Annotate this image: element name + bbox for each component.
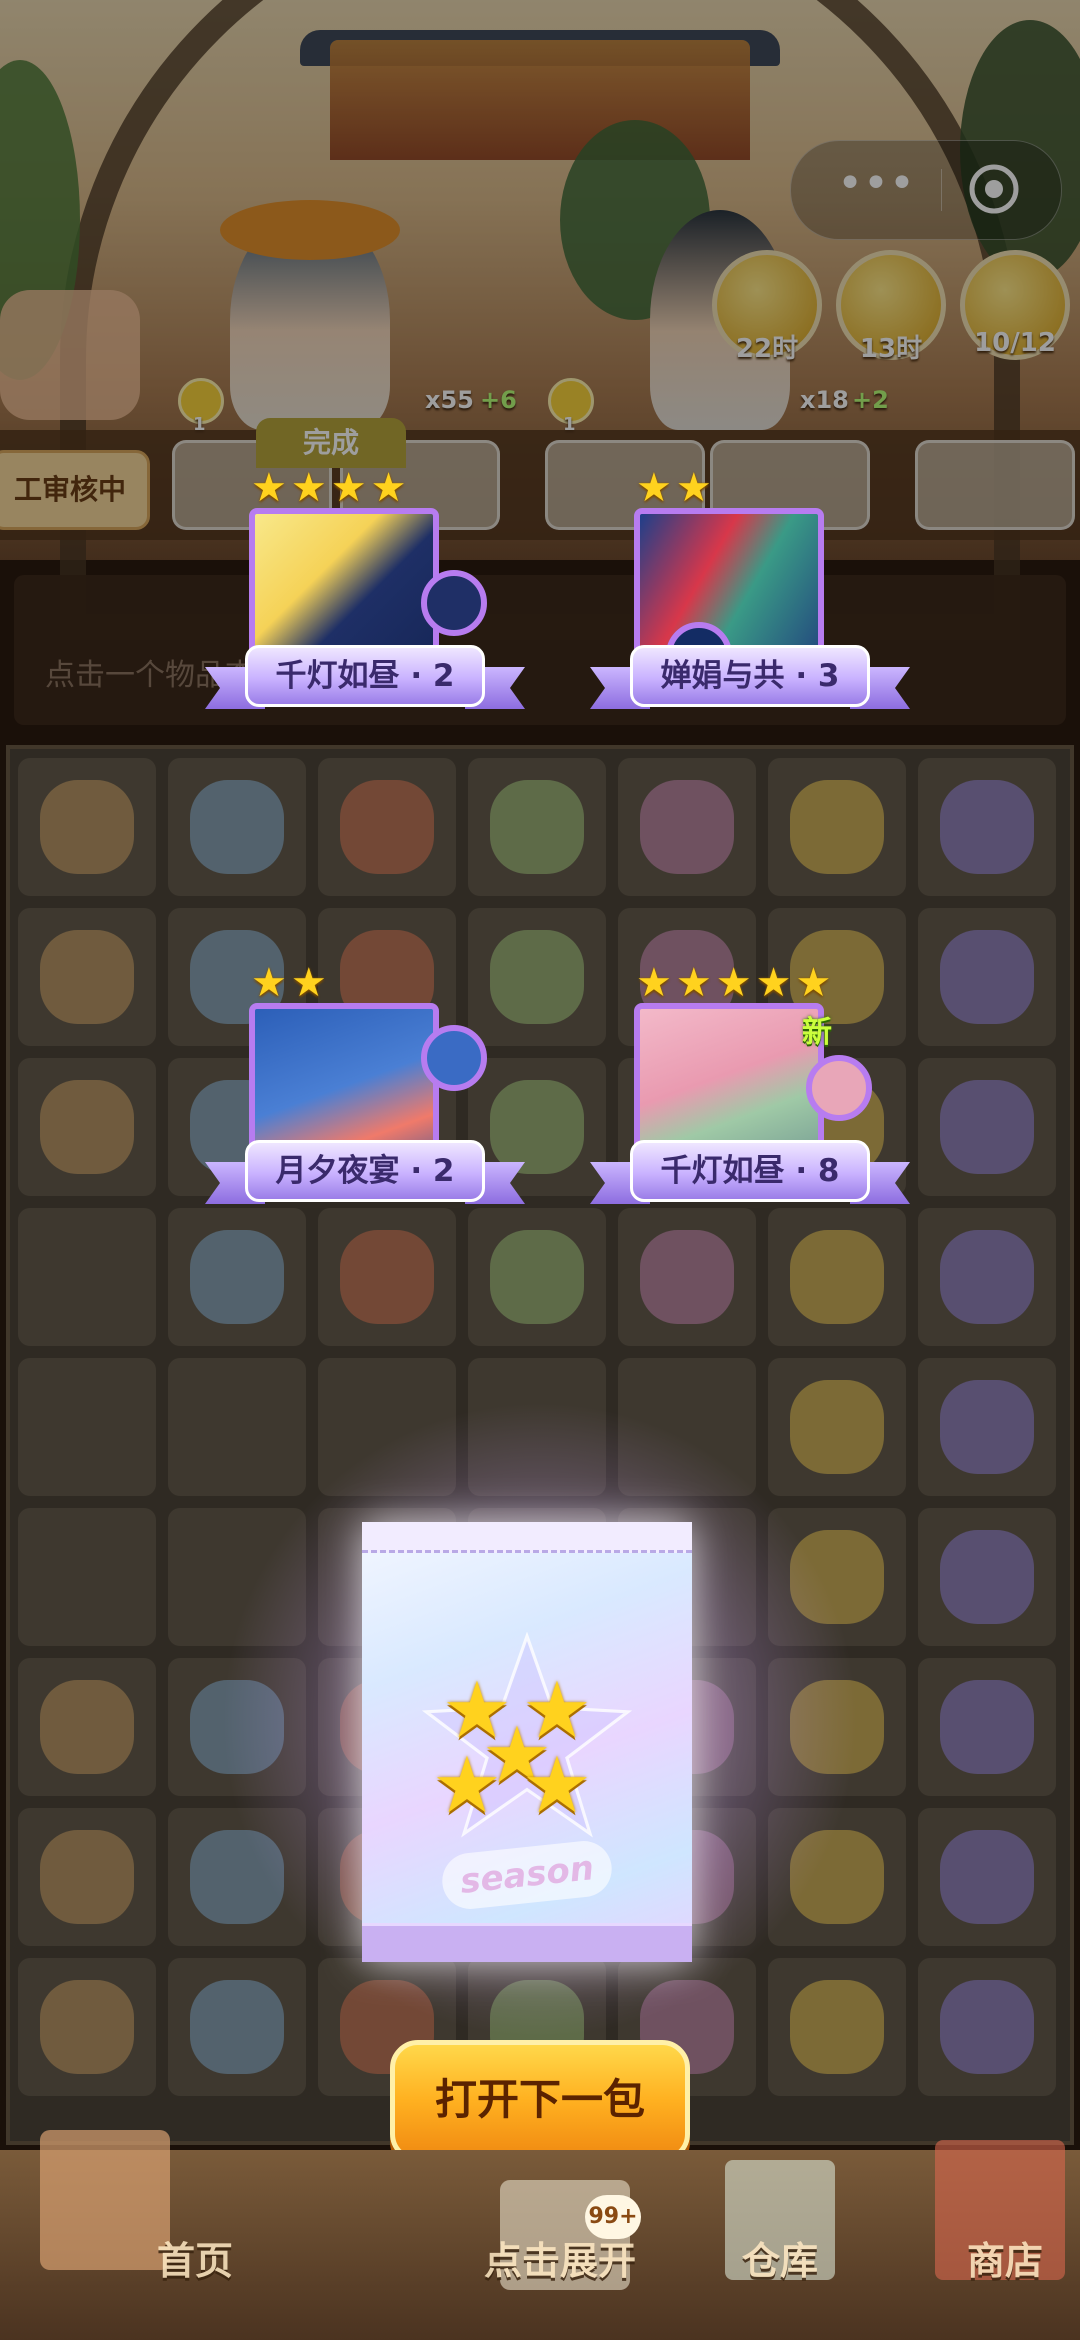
pack-star-icon: ★ — [522, 1741, 592, 1831]
card-stars: ★ ★ — [251, 961, 327, 1005]
star-icon: ★ — [251, 960, 287, 1006]
open-next-pack-button[interactable]: 打开下一包 — [390, 2040, 690, 2162]
puzzle-card[interactable]: ★ ★ 婵娟与共 · 3 — [590, 466, 910, 740]
star-icon: ★ — [675, 465, 712, 511]
card-stars: ★ ★ ★ ★ ★ — [636, 961, 831, 1005]
star-icon: ★ — [675, 960, 712, 1006]
pack-seal-top — [362, 1522, 692, 1553]
star-icon: ★ — [290, 465, 327, 511]
puzzle-tab — [421, 570, 487, 636]
card-ribbon: 月夕夜宴 · 2 — [205, 1140, 525, 1212]
puzzle-tab — [806, 1055, 872, 1121]
star-icon: ★ — [370, 465, 407, 511]
card-ribbon: 千灯如昼 · 8 — [590, 1140, 910, 1212]
puzzle-card[interactable]: ★ ★ ★ ★ ★ 新 千灯如昼 · 8 — [590, 961, 910, 1235]
card-pack[interactable]: ★ ★ ★ ★ ★ season — [362, 1522, 692, 1962]
season-label: season — [439, 1838, 615, 1912]
card-stars: ★ ★ — [636, 466, 712, 510]
star-icon: ★ — [795, 960, 832, 1006]
puzzle-card[interactable]: ★ ★ 月夕夜宴 · 2 — [205, 961, 525, 1235]
star-icon: ★ — [330, 465, 367, 511]
star-icon: ★ — [636, 465, 672, 511]
puzzle-card[interactable]: ★ ★ ★ ★ 千灯如昼 · 2 — [205, 466, 525, 740]
nav-home[interactable]: 首页 — [105, 2230, 285, 2285]
pack-star-icon: ★ — [432, 1741, 502, 1831]
star-icon: ★ — [290, 960, 327, 1006]
star-icon: ★ — [715, 960, 752, 1006]
card-ribbon: 婵娟与共 · 3 — [590, 645, 910, 717]
star-icon: ★ — [755, 960, 792, 1006]
card-title: 婵娟与共 · 3 — [660, 658, 840, 694]
star-icon: ★ — [636, 960, 672, 1006]
card-title: 千灯如昼 · 8 — [660, 1153, 840, 1189]
nav-expand[interactable]: 点击展开 — [460, 2230, 660, 2285]
card-title: 千灯如昼 · 2 — [275, 658, 455, 694]
puzzle-tab — [421, 1025, 487, 1091]
nav-shop[interactable]: 商店 — [915, 2230, 1080, 2285]
star-icon: ★ — [251, 465, 287, 511]
new-badge: 新 — [802, 1015, 832, 1050]
card-stars: ★ ★ ★ ★ — [251, 466, 406, 510]
pack-stars: ★ ★ ★ ★ ★ — [422, 1642, 632, 1842]
nav-warehouse[interactable]: 仓库 — [690, 2230, 870, 2285]
card-ribbon: 千灯如昼 · 2 — [205, 645, 525, 717]
pack-seal-bottom — [362, 1923, 692, 1962]
card-title: 月夕夜宴 · 2 — [275, 1153, 455, 1189]
